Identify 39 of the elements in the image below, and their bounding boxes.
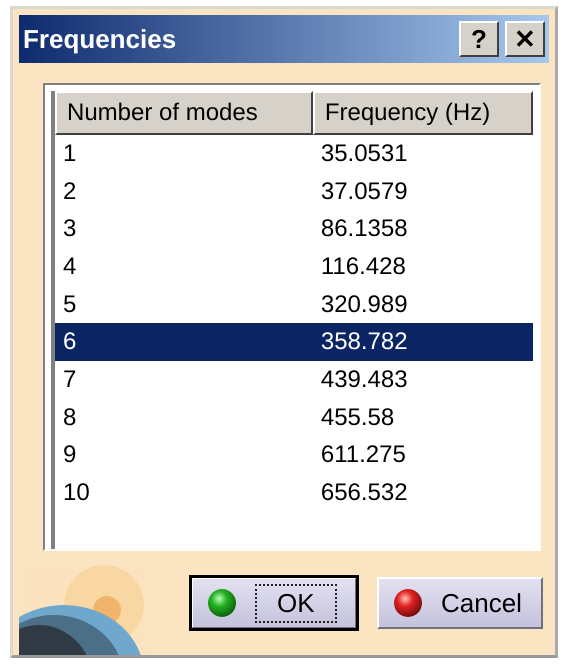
table-cell-text: 7 — [62, 366, 78, 394]
ok-button[interactable]: OK — [191, 577, 357, 629]
ball-icon — [393, 588, 423, 618]
table-cell-text: 439.483 — [320, 366, 409, 394]
column-header[interactable]: Number of modes — [55, 91, 313, 135]
table-row[interactable]: 6 358.782 — [55, 323, 533, 362]
table-cell-text: 86.1358 — [320, 215, 409, 244]
table-cell-text: 10 — [62, 479, 91, 508]
table-cell-text: 1 — [62, 140, 78, 168]
table-cell-text: 611.275 — [320, 441, 407, 470]
close-button[interactable]: ✕ — [505, 21, 545, 57]
ball-icon — [207, 588, 237, 618]
table-cell-text: 35.0531 — [320, 140, 409, 168]
table-cell-text: 358.782 — [320, 328, 409, 356]
help-button[interactable]: ? — [459, 21, 499, 57]
table-cell-text: 8 — [62, 404, 78, 432]
table-row[interactable]: 5 320.989 — [55, 286, 533, 324]
table-cell-text: 3 — [62, 215, 78, 244]
table-row[interactable]: 3 86.1358 — [55, 210, 533, 248]
table-row[interactable]: 4 116.428 — [55, 248, 533, 286]
table-cell-text: 9 — [62, 441, 78, 470]
table-cell-text: 6 — [62, 328, 78, 356]
table-row[interactable]: 8 455.58 — [55, 398, 533, 436]
table-cell-text: 2 — [62, 178, 78, 206]
table-cell-text: 320.989 — [320, 290, 409, 319]
table-row[interactable]: 7 439.483 — [55, 361, 533, 399]
table-cell-text: 116.428 — [320, 252, 407, 281]
column-header[interactable]: Frequency (Hz) — [312, 91, 533, 135]
table-cell-text: 37.0579 — [320, 178, 409, 206]
table-row[interactable]: 2 37.0579 — [55, 172, 533, 210]
table-cell-text: 656.532 — [320, 479, 409, 508]
cancel-button[interactable]: Cancel — [377, 577, 543, 629]
window-title: Frequencies — [23, 24, 176, 54]
table-cell-text: 5 — [62, 290, 78, 319]
table-cell-text: 4 — [62, 252, 78, 281]
table-row[interactable]: 9 611.275 — [55, 436, 533, 474]
table-row[interactable]: 1 35.0531 — [55, 135, 533, 173]
table-cell-text: 455.58 — [320, 404, 396, 432]
table-row[interactable]: 10 656.532 — [55, 474, 533, 512]
